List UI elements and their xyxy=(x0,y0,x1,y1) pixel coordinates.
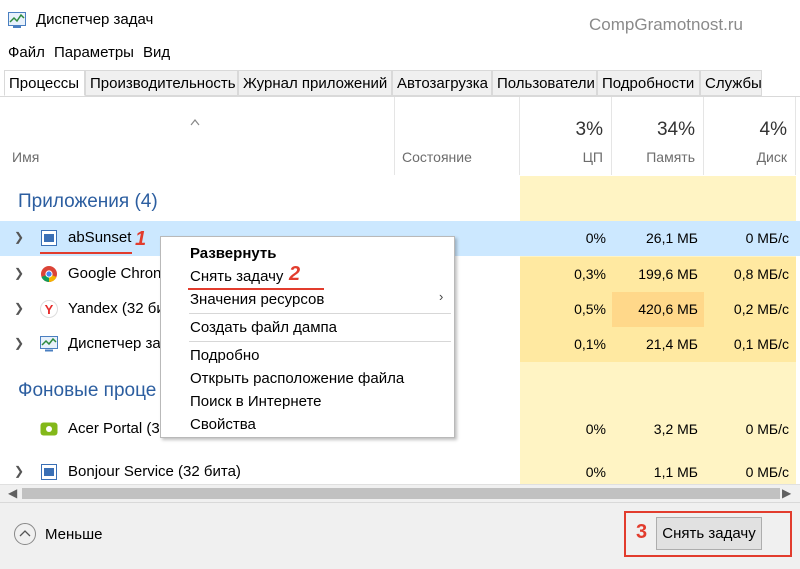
process-name: abSunset xyxy=(68,229,132,246)
chevron-up-circle-icon[interactable] xyxy=(14,523,36,545)
yandex-icon: Y xyxy=(40,300,58,318)
tab-users[interactable]: Пользователи xyxy=(492,70,597,96)
annotation-number-3: 3 xyxy=(636,521,648,543)
menu-item-end-task[interactable]: Снять задачу xyxy=(190,268,283,285)
disk-total: 4% xyxy=(759,119,787,140)
chevron-right-icon[interactable]: ❯ xyxy=(14,301,24,315)
menu-item-open-location[interactable]: Открыть расположение файла xyxy=(190,370,404,387)
group-apps: Приложения (4) xyxy=(18,191,158,212)
menu-item-search-web[interactable]: Поиск в Интернете xyxy=(190,393,322,410)
cpu-total: 3% xyxy=(575,119,603,140)
svg-text:Y: Y xyxy=(45,302,54,317)
watermark: CompGramotnost.ru xyxy=(589,15,743,34)
memory-value: 26,1 МБ xyxy=(646,230,698,246)
scroll-right-icon[interactable]: ▶ xyxy=(782,486,791,500)
disk-value: 0,2 МБ/с xyxy=(733,301,789,317)
column-cpu[interactable]: 3% ЦП xyxy=(520,97,612,175)
menu-separator xyxy=(189,313,451,314)
memory-value: 199,6 МБ xyxy=(638,266,698,282)
cpu-value: 0,3% xyxy=(574,266,606,282)
memory-value: 420,6 МБ xyxy=(638,301,698,317)
fewer-details-link[interactable]: Меньше xyxy=(45,526,102,543)
menu-bar: Файл Параметры Вид xyxy=(0,41,800,65)
cpu-value: 0,1% xyxy=(574,336,606,352)
menu-item-create-dump[interactable]: Создать файл дампа xyxy=(190,319,337,336)
process-name: Bonjour Service (32 бита) xyxy=(68,463,241,480)
menu-separator xyxy=(189,341,451,342)
disk-value: 0 МБ/с xyxy=(745,421,789,437)
tab-services[interactable]: Службы xyxy=(700,70,762,96)
tab-strip: Процессы Производительность Журнал прило… xyxy=(0,70,800,97)
process-name: Yandex (32 би xyxy=(68,300,165,317)
memory-total: 34% xyxy=(656,119,695,140)
disk-value: 0,1 МБ/с xyxy=(733,336,789,352)
horizontal-scrollbar[interactable]: ◀ ▶ xyxy=(0,484,800,502)
disk-label: Диск xyxy=(756,149,787,165)
menu-view[interactable]: Вид xyxy=(143,44,170,61)
chevron-right-icon[interactable]: ❯ xyxy=(14,464,24,478)
cpu-value: 0% xyxy=(585,230,606,246)
window-title: Диспетчер задач xyxy=(36,11,154,28)
memory-label: Память xyxy=(646,149,695,165)
cpu-label: ЦП xyxy=(582,149,603,165)
task-manager-icon xyxy=(40,336,58,352)
chevron-right-icon[interactable]: ❯ xyxy=(14,230,24,244)
tab-details[interactable]: Подробности xyxy=(597,70,700,96)
annotation-underline-1 xyxy=(40,252,132,254)
process-name: Acer Portal (3 xyxy=(68,420,160,437)
tab-app-history[interactable]: Журнал приложений xyxy=(238,70,392,96)
sort-up-icon xyxy=(190,119,200,126)
process-name: Google Chron xyxy=(68,265,162,282)
memory-value: 3,2 МБ xyxy=(653,421,698,437)
disk-value: 0 МБ/с xyxy=(745,230,789,246)
menu-options[interactable]: Параметры xyxy=(54,44,134,61)
window-icon xyxy=(41,464,57,480)
cpu-value: 0% xyxy=(585,464,606,480)
chrome-icon xyxy=(41,266,57,283)
end-task-button[interactable]: Снять задачу xyxy=(656,517,762,550)
acer-icon xyxy=(40,422,58,436)
column-name[interactable] xyxy=(0,97,395,175)
disk-value: 0,8 МБ/с xyxy=(733,266,789,282)
disk-value: 0 МБ/с xyxy=(745,464,789,480)
cpu-value: 0,5% xyxy=(574,301,606,317)
annotation-underline-2 xyxy=(188,288,324,290)
scroll-left-icon[interactable]: ◀ xyxy=(8,486,17,500)
tab-performance[interactable]: Производительность xyxy=(85,70,238,96)
memory-value: 21,4 МБ xyxy=(646,336,698,352)
cpu-value: 0% xyxy=(585,421,606,437)
menu-file[interactable]: Файл xyxy=(8,44,45,61)
column-memory[interactable]: 34% Память xyxy=(612,97,704,175)
window-icon xyxy=(41,230,57,246)
column-state-label: Состояние xyxy=(402,149,472,165)
memory-value: 1,1 МБ xyxy=(653,464,698,480)
menu-item-resource-values[interactable]: Значения ресурсов xyxy=(190,291,324,308)
submenu-arrow-icon: › xyxy=(439,289,444,304)
tab-processes[interactable]: Процессы xyxy=(4,70,85,96)
task-manager-icon xyxy=(8,12,26,28)
menu-item-details[interactable]: Подробно xyxy=(190,347,259,364)
scroll-thumb[interactable] xyxy=(22,488,780,499)
column-disk[interactable]: 4% Диск xyxy=(704,97,796,175)
annotation-number-2: 2 xyxy=(289,263,301,285)
chevron-right-icon[interactable]: ❯ xyxy=(14,336,24,350)
annotation-number-1: 1 xyxy=(135,228,147,250)
group-background: Фоновые проце xyxy=(18,380,157,401)
column-name-label: Имя xyxy=(12,149,40,165)
chevron-right-icon[interactable]: ❯ xyxy=(14,266,24,280)
title-bar: Диспетчер задач CompGramotnost.ru xyxy=(0,0,800,40)
tab-startup[interactable]: Автозагрузка xyxy=(392,70,492,96)
context-menu: Развернуть Снять задачу Значения ресурсо… xyxy=(160,236,455,438)
menu-item-properties[interactable]: Свойства xyxy=(190,416,256,433)
menu-item-expand[interactable]: Развернуть xyxy=(190,245,276,262)
process-name: Диспетчер за xyxy=(68,335,161,352)
footer: Меньше 3 Снять задачу xyxy=(0,502,800,569)
